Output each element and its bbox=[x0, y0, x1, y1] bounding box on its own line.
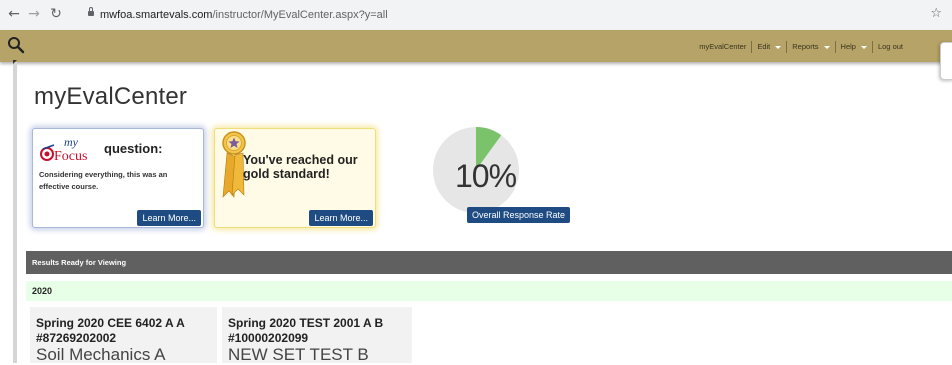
url-path: /instructor/MyEvalCenter.aspx?y=all bbox=[212, 9, 388, 21]
menu-item-help[interactable]: Help bbox=[834, 41, 872, 53]
address-bar[interactable]: mwfoa.smartevals.com/instructor/MyEvalCe… bbox=[70, 5, 910, 25]
reload-icon[interactable]: ↻ bbox=[48, 6, 64, 22]
course-number: #10000202099 bbox=[228, 331, 309, 345]
site-header: myEvalCenter Edit Reports Help Log out bbox=[0, 30, 952, 62]
chevron-down-icon bbox=[823, 45, 830, 49]
course-name: NEW SET TEST B bbox=[228, 345, 369, 364]
logo-focus: Focus bbox=[54, 149, 87, 163]
card-title: question: bbox=[104, 141, 163, 156]
back-arrow-icon[interactable]: ← bbox=[6, 6, 22, 22]
myfocus-question-card: my Focus question: Considering everythin… bbox=[32, 128, 204, 228]
question-text: Considering everything, this was an effe… bbox=[39, 170, 168, 191]
course-name: Soil Mechanics A bbox=[36, 345, 166, 364]
overall-response-rate-button[interactable]: Overall Response Rate bbox=[467, 207, 571, 223]
course-number: #87269202002 bbox=[36, 331, 117, 345]
learn-more-button[interactable]: Learn More... bbox=[309, 210, 373, 226]
logo-my: my bbox=[64, 135, 79, 149]
menu-item-reports[interactable]: Reports bbox=[786, 41, 834, 53]
browser-toolbar: ← → ↻ mwfoa.smartevals.com/instructor/My… bbox=[0, 0, 952, 31]
lock-icon bbox=[88, 7, 94, 16]
results-header: Results Ready for Viewing bbox=[26, 251, 952, 274]
chevron-down-icon bbox=[860, 45, 867, 49]
main-menu: myEvalCenter Edit Reports Help Log out bbox=[694, 40, 908, 54]
menu-label: Help bbox=[840, 42, 856, 51]
left-rail-notch bbox=[13, 60, 17, 64]
course-title: Spring 2020 TEST 2001 A B bbox=[228, 316, 384, 330]
year-group-header[interactable]: 2020 bbox=[26, 281, 952, 301]
chevron-down-icon bbox=[775, 45, 782, 49]
course-title: Spring 2020 CEE 6402 A A bbox=[36, 316, 185, 330]
forward-arrow-icon[interactable]: → bbox=[26, 6, 42, 22]
menu-label: Log out bbox=[877, 42, 903, 51]
gold-standard-card: You've reached our gold standard! Learn … bbox=[214, 128, 376, 228]
page-title: myEvalCenter bbox=[34, 83, 188, 110]
url-text: mwfoa.smartevals.com/instructor/MyEvalCe… bbox=[100, 5, 388, 25]
left-rail bbox=[13, 62, 17, 363]
url-host: mwfoa.smartevals.com bbox=[100, 9, 213, 21]
response-rate-value: 10% bbox=[455, 158, 517, 194]
side-feedback-tab[interactable] bbox=[940, 42, 952, 80]
menu-item-edit[interactable]: Edit bbox=[751, 41, 786, 53]
menu-label: Edit bbox=[757, 42, 771, 51]
menu-label: myEvalCenter bbox=[699, 42, 747, 51]
menu-item-myevalcenter[interactable]: myEvalCenter bbox=[694, 41, 751, 53]
menu-label: Reports bbox=[792, 42, 819, 51]
course-card[interactable]: Spring 2020 TEST 2001 A B #10000202099 N… bbox=[222, 307, 412, 364]
search-icon[interactable] bbox=[7, 36, 25, 54]
bookmark-star-icon[interactable]: ☆ bbox=[930, 6, 942, 21]
myfocus-logo: my Focus bbox=[40, 135, 87, 163]
menu-item-logout[interactable]: Log out bbox=[871, 41, 908, 53]
card-title: You've reached our gold standard! bbox=[243, 153, 358, 181]
course-card[interactable]: Spring 2020 CEE 6402 A A #87269202002 So… bbox=[30, 307, 217, 364]
learn-more-button[interactable]: Learn More... bbox=[137, 210, 201, 226]
